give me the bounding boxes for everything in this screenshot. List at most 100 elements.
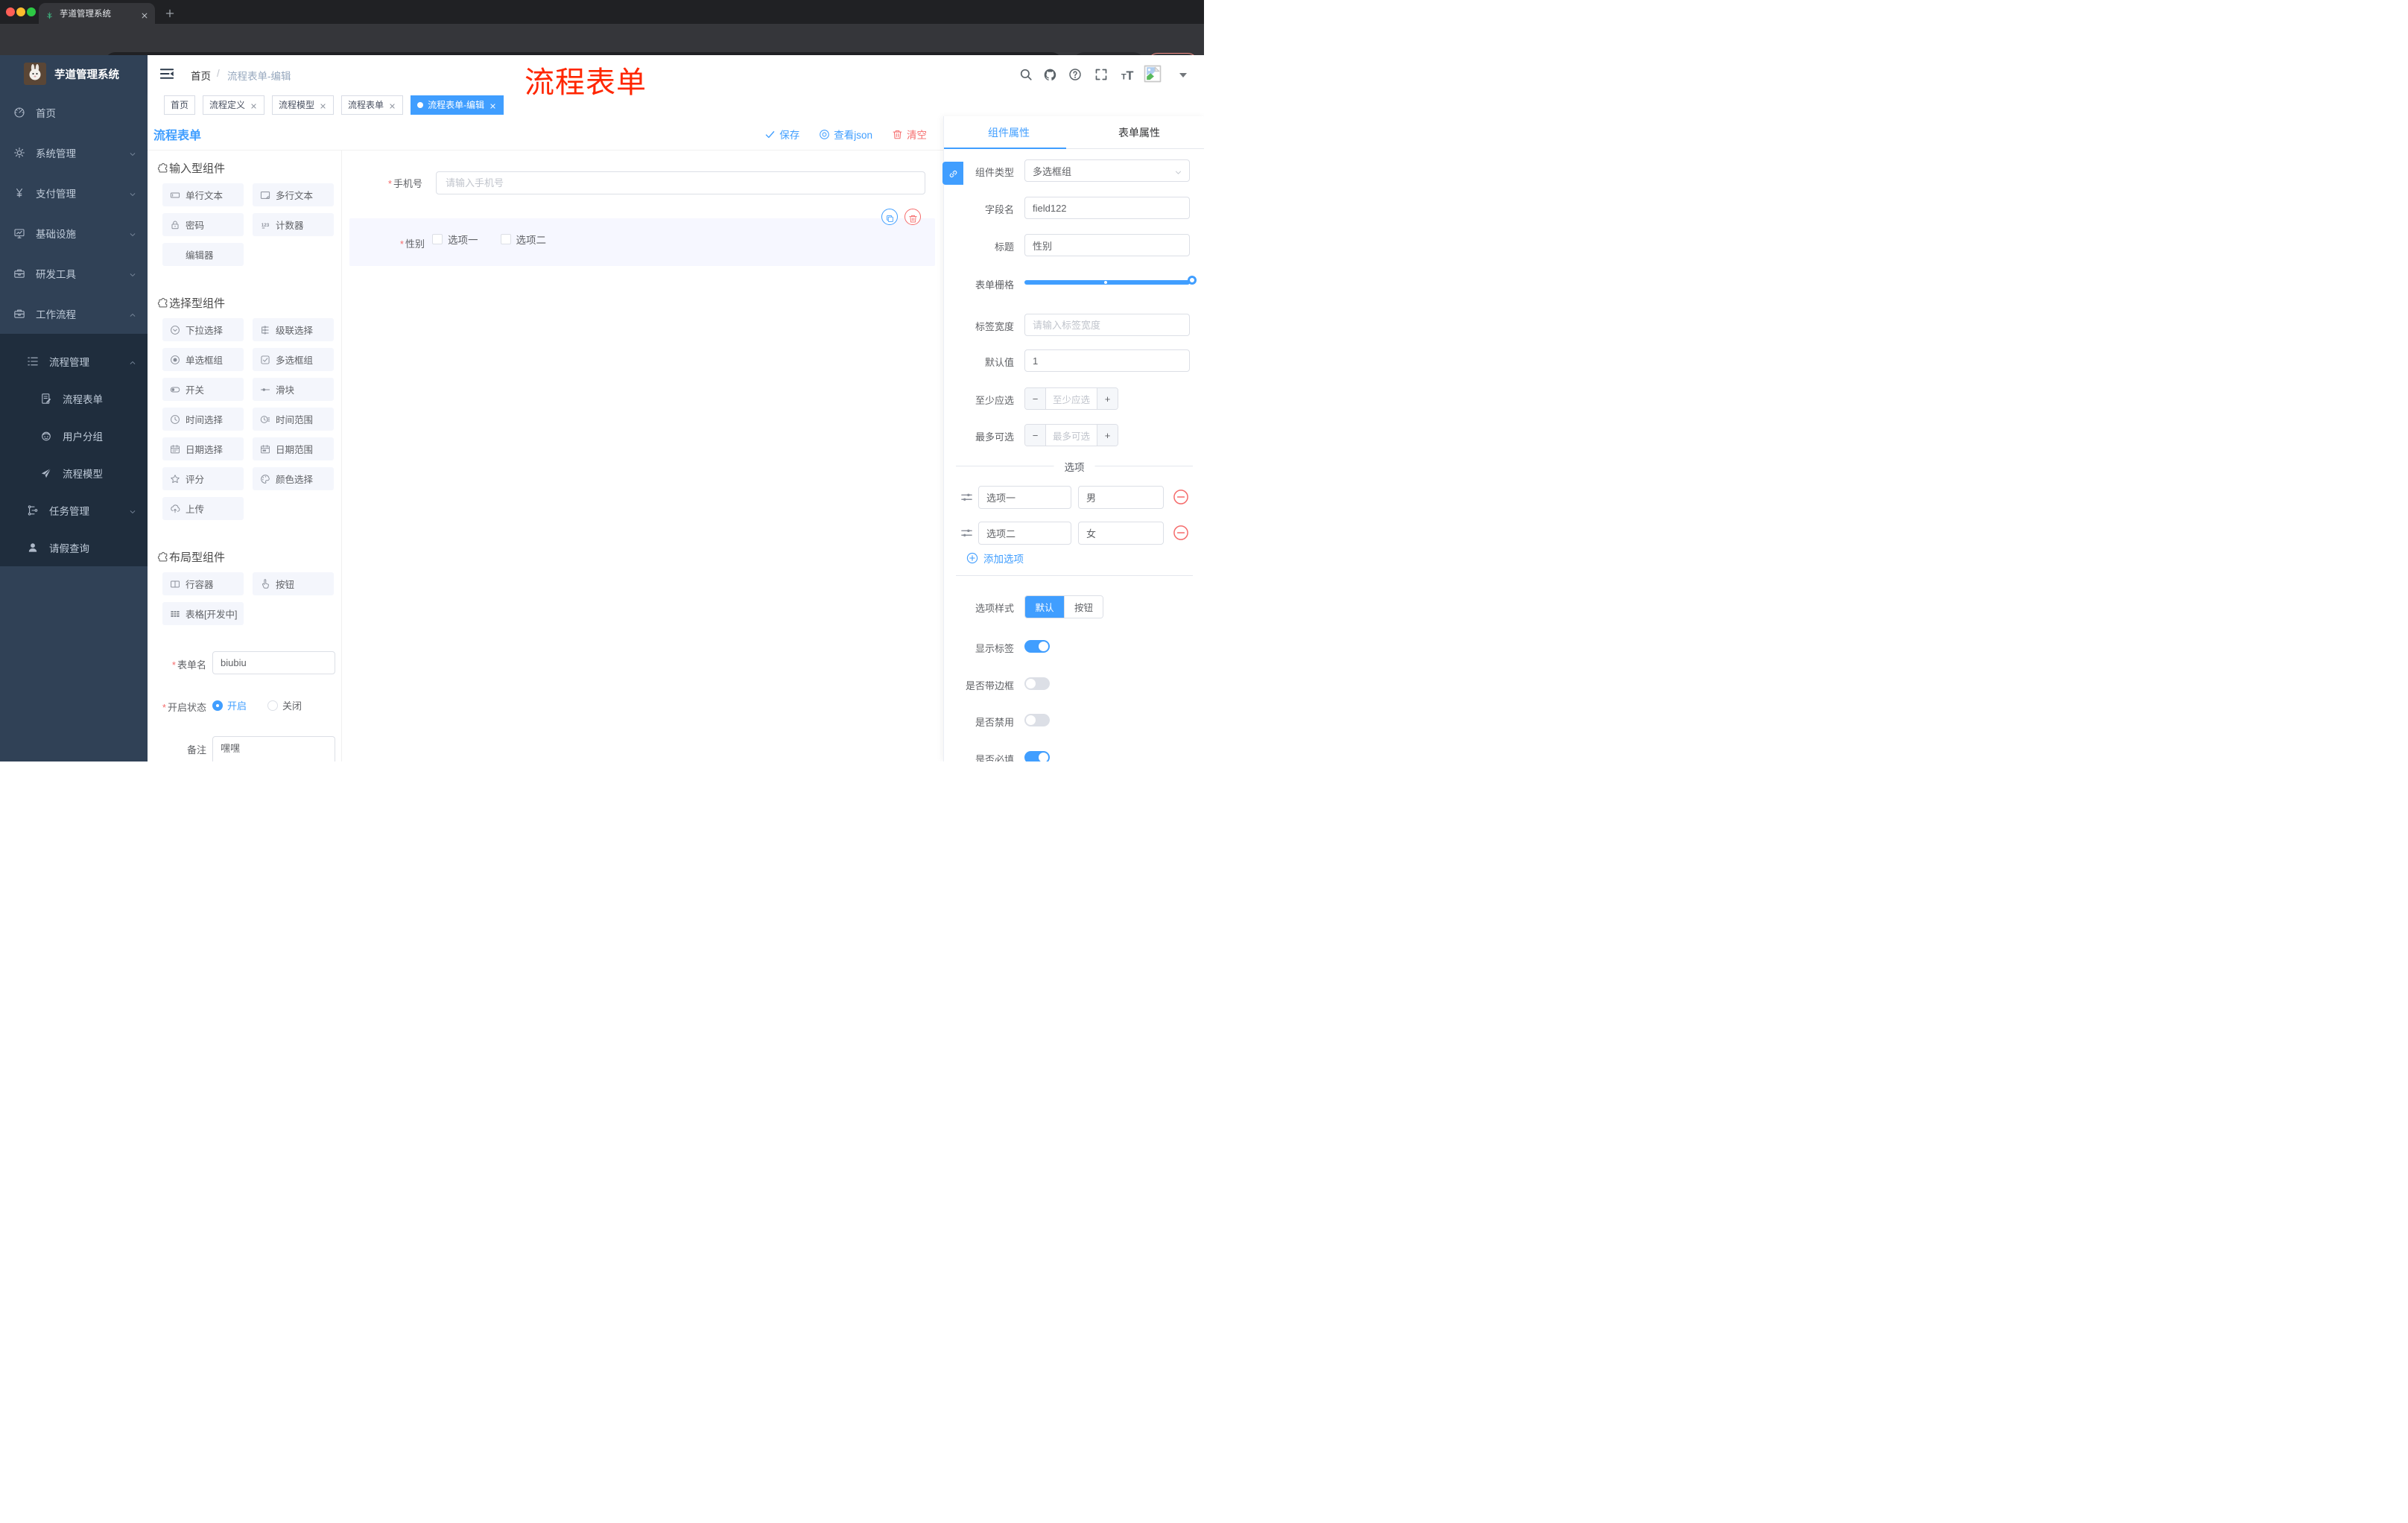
tag-close-icon[interactable] xyxy=(388,101,396,109)
slider-handle[interactable] xyxy=(1188,276,1197,285)
label-width-input[interactable] xyxy=(1033,319,1182,331)
palette-item-日期选择[interactable]: 日期选择 xyxy=(162,437,244,460)
palette-item-单选框组[interactable]: 单选框组 xyxy=(162,348,244,371)
remark-textarea[interactable]: 嘿嘿 xyxy=(212,736,335,762)
text-size-icon[interactable]: TT xyxy=(1120,68,1135,83)
drag-option-icon[interactable] xyxy=(960,491,973,504)
stepper-placeholder[interactable]: 至少应选 xyxy=(1046,388,1097,409)
duplicate-component-button[interactable] xyxy=(881,209,898,225)
toggle-是否带边框[interactable] xyxy=(1024,677,1050,690)
toggle-显示标签[interactable] xyxy=(1024,640,1050,653)
clear-button[interactable]: 清空 xyxy=(892,127,927,142)
sidebar-item-请假查询[interactable]: 请假查询 xyxy=(0,529,148,566)
sidebar-logo[interactable]: 芋道管理系统 xyxy=(0,55,148,92)
sidebar-item-流程模型[interactable]: 流程模型 xyxy=(0,455,148,492)
drag-option-icon[interactable] xyxy=(960,527,973,539)
checkbox-box[interactable] xyxy=(500,234,511,244)
checkbox-box[interactable] xyxy=(432,234,443,244)
sidebar-item-系统管理[interactable]: 系统管理 xyxy=(0,133,148,173)
palette-item-编辑器[interactable]: 编辑器 xyxy=(162,243,244,266)
save-button[interactable]: 保存 xyxy=(764,127,799,142)
help-question-icon[interactable] xyxy=(1068,68,1082,81)
stepper-minus-button[interactable]: − xyxy=(1025,388,1046,409)
palette-item-下拉选择[interactable]: 下拉选择 xyxy=(162,318,244,341)
status-on-radio[interactable]: 开启 xyxy=(212,698,247,712)
palette-item-上传[interactable]: 上传 xyxy=(162,497,244,520)
gender-option-checkbox[interactable]: 选项一 xyxy=(432,232,478,247)
palette-item-滑块[interactable]: 滑块 xyxy=(253,378,334,401)
sidebar-item-用户分组[interactable]: 用户分组 xyxy=(0,417,148,455)
palette-item-表格[开发中][interactable]: 表格[开发中] xyxy=(162,602,244,625)
status-off-radio[interactable]: 关闭 xyxy=(267,698,302,712)
palette-item-计数器[interactable]: 123 计数器 xyxy=(253,213,334,236)
tag-close-icon[interactable] xyxy=(489,101,497,109)
sidebar-item-支付管理[interactable]: 支付管理 xyxy=(0,173,148,213)
sidebar-collapse-icon[interactable] xyxy=(159,66,174,81)
tab-close-icon[interactable] xyxy=(140,9,149,19)
field-name-input[interactable] xyxy=(1033,202,1182,214)
option-label-input[interactable] xyxy=(978,486,1071,509)
window-minimize-button[interactable] xyxy=(16,7,25,16)
tag-流程模型[interactable]: 流程模型 xyxy=(272,95,335,115)
palette-item-多选框组[interactable]: 多选框组 xyxy=(253,348,334,371)
stepper-minus-button[interactable]: − xyxy=(1025,425,1046,446)
option-value-input[interactable] xyxy=(1078,486,1164,509)
style-option-默认[interactable]: 默认 xyxy=(1025,596,1064,618)
sidebar-item-首页[interactable]: 首页 xyxy=(0,92,148,133)
phone-input[interactable] xyxy=(436,171,925,194)
sidebar-item-研发工具[interactable]: 研发工具 xyxy=(0,253,148,294)
form-name-input[interactable] xyxy=(212,651,335,674)
user-menu-caret-icon[interactable] xyxy=(1179,73,1187,77)
breadcrumb-home[interactable]: 首页 xyxy=(191,68,211,83)
window-maximize-button[interactable] xyxy=(27,7,36,16)
default-value-input[interactable] xyxy=(1033,355,1182,367)
browser-tab[interactable]: 芋道管理系统 xyxy=(39,3,155,24)
tag-close-icon[interactable] xyxy=(319,101,327,109)
avatar-broken-image[interactable] xyxy=(1144,64,1162,83)
fullscreen-icon[interactable] xyxy=(1094,68,1108,81)
palette-item-评分[interactable]: 评分 xyxy=(162,467,244,490)
component-type-select[interactable]: 多选框组 xyxy=(1024,159,1190,182)
search-icon[interactable] xyxy=(1019,68,1033,81)
tag-close-icon[interactable] xyxy=(250,101,258,109)
option-label-input[interactable] xyxy=(978,522,1071,545)
palette-item-行容器[interactable]: 行容器 xyxy=(162,572,244,595)
title-input[interactable] xyxy=(1033,239,1182,251)
sidebar-item-工作流程[interactable]: 工作流程 xyxy=(0,294,148,334)
remove-option-button[interactable] xyxy=(1173,489,1189,505)
tag-流程表单[interactable]: 流程表单 xyxy=(341,95,404,115)
palette-item-级联选择[interactable]: 级联选择 xyxy=(253,318,334,341)
stepper-placeholder[interactable]: 最多可选 xyxy=(1046,425,1097,446)
palette-item-时间选择[interactable]: 时间选择 xyxy=(162,408,244,431)
grid-slider[interactable] xyxy=(1024,276,1197,285)
palette-item-多行文本[interactable]: 多行文本 xyxy=(253,183,334,206)
add-option-button[interactable]: 添加选项 xyxy=(966,551,1024,566)
sidebar-item-任务管理[interactable]: 任务管理 xyxy=(0,492,148,529)
view-json-button[interactable]: 查看json xyxy=(819,127,872,142)
gender-option-checkbox[interactable]: 选项二 xyxy=(500,232,546,247)
github-icon[interactable] xyxy=(1043,68,1057,82)
palette-item-日期范围[interactable]: 日期范围 xyxy=(253,437,334,460)
option-value-input[interactable] xyxy=(1078,522,1164,545)
remove-option-button[interactable] xyxy=(1173,525,1189,541)
toggle-是否必填[interactable] xyxy=(1024,750,1050,762)
palette-item-时间范围[interactable]: 时间范围 xyxy=(253,408,334,431)
form-canvas[interactable]: *手机号 *性别 选项一 选项二 xyxy=(342,151,943,762)
sidebar-item-流程管理[interactable]: 流程管理 xyxy=(0,343,148,380)
tag-流程表单-编辑[interactable]: 流程表单-编辑 xyxy=(411,95,504,115)
sidebar-item-流程表单[interactable]: 流程表单 xyxy=(0,380,148,417)
tag-首页[interactable]: 首页 xyxy=(164,95,196,115)
palette-item-按钮[interactable]: 按钮 xyxy=(253,572,334,595)
toggle-是否禁用[interactable] xyxy=(1024,714,1050,726)
style-option-按钮[interactable]: 按钮 xyxy=(1064,596,1103,618)
selected-component-gender[interactable]: * 性别 选项一 选项二 xyxy=(349,209,935,266)
palette-item-开关[interactable]: 开关 xyxy=(162,378,244,401)
tab-component-props[interactable]: 组件属性 xyxy=(988,125,1030,140)
tab-form-props[interactable]: 表单属性 xyxy=(1118,125,1160,140)
palette-item-密码[interactable]: 密码 xyxy=(162,213,244,236)
delete-component-button[interactable] xyxy=(904,209,921,225)
sidebar-item-基础设施[interactable]: 基础设施 xyxy=(0,213,148,253)
palette-item-单行文本[interactable]: 单行文本 xyxy=(162,183,244,206)
palette-item-颜色选择[interactable]: 颜色选择 xyxy=(253,467,334,490)
stepper-plus-button[interactable]: + xyxy=(1097,425,1118,446)
